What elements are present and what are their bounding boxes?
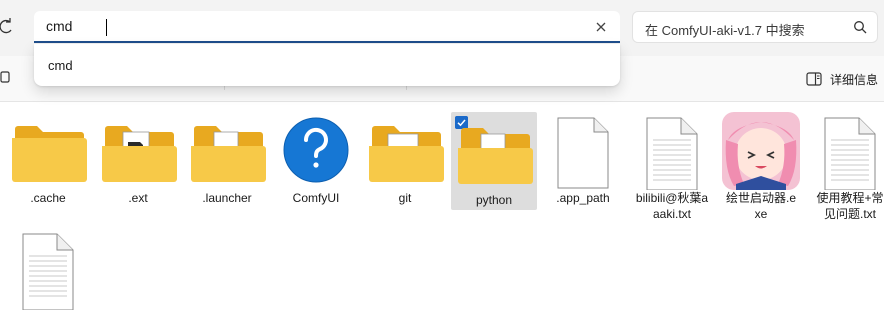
file-name: python — [475, 193, 513, 207]
details-pane-button[interactable]: 详细信息 — [806, 69, 878, 89]
text-file-icon — [824, 117, 876, 191]
text-file-icon — [22, 233, 74, 311]
address-input[interactable]: cmd — [46, 18, 72, 34]
file-item[interactable]: .ext — [95, 110, 181, 206]
file-name: ComfyUI — [292, 191, 340, 205]
file-name: git — [398, 191, 412, 205]
folder-file-icon — [102, 126, 177, 182]
file-item[interactable]: bilibili@秋葉aaaki.txt — [629, 110, 715, 222]
search-box[interactable]: 在 ComfyUI-aki-v1.7 中搜索 — [632, 11, 878, 43]
file-name: .launcher — [202, 191, 252, 205]
search-input[interactable]: 在 ComfyUI-aki-v1.7 中搜索 — [645, 20, 805, 39]
blank-file-icon — [557, 117, 609, 189]
file-item[interactable]: 使用教程+常见问题.txt — [807, 110, 884, 222]
file-name: .app_path — [556, 191, 610, 205]
file-item-selected[interactable]: python — [451, 112, 537, 210]
text-caret — [106, 19, 107, 36]
file-item[interactable]: ComfyUI — [273, 110, 359, 206]
details-pane-icon — [806, 72, 822, 86]
details-label: 详细信息 — [830, 72, 879, 87]
file-item[interactable] — [5, 230, 91, 311]
file-name: .ext — [128, 191, 148, 205]
folder-file-icon — [369, 126, 444, 182]
help-icon — [283, 117, 349, 183]
file-item[interactable]: .cache — [5, 110, 91, 206]
file-item[interactable]: 绘世启动器.exe — [718, 110, 804, 222]
file-name: 使用教程+常见问题.txt — [816, 191, 884, 221]
folder-icon — [12, 126, 87, 182]
address-bar[interactable]: cmd — [34, 11, 620, 43]
file-item[interactable]: .app_path — [540, 110, 626, 206]
file-item[interactable]: git — [362, 110, 448, 206]
file-name: .cache — [30, 191, 66, 205]
file-name: bilibili@秋葉aaaki.txt — [635, 191, 709, 221]
anime-app-icon — [722, 112, 800, 190]
file-list: .cache .ext .launcher ComfyUI git python… — [0, 102, 884, 311]
file-name: 绘世启动器.exe — [726, 191, 797, 221]
address-suggestions: cmd — [34, 44, 620, 86]
close-icon[interactable] — [594, 20, 608, 34]
search-icon[interactable] — [853, 20, 867, 34]
suggestion-item[interactable]: cmd — [48, 58, 73, 73]
copy-path-icon[interactable] — [0, 70, 12, 84]
file-item[interactable]: .launcher — [184, 110, 270, 206]
refresh-icon[interactable] — [0, 16, 14, 36]
folder-file-icon — [191, 126, 266, 182]
folder-file-icon — [458, 128, 533, 184]
text-file-icon — [646, 117, 698, 191]
